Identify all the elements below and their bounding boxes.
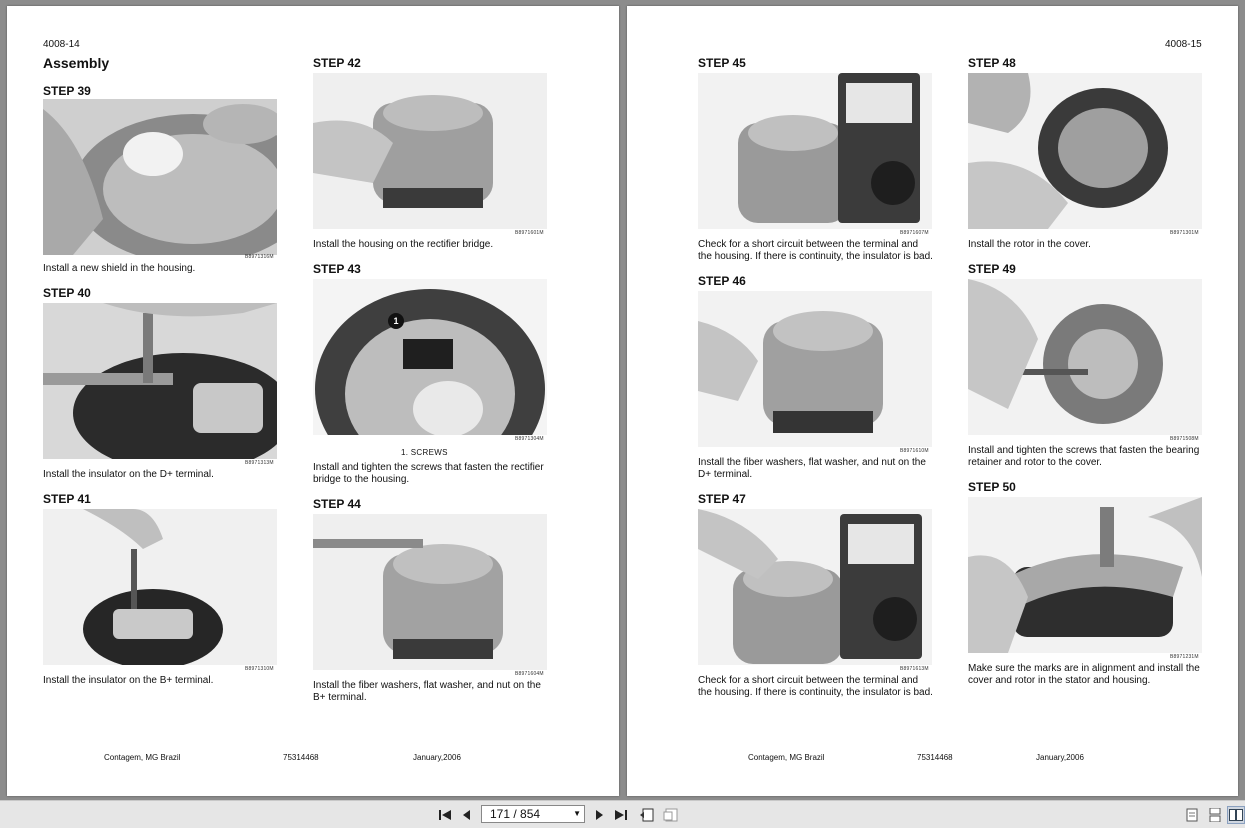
figure-code: B8971610M <box>900 448 929 454</box>
document-page-left: 4008-14 Assembly STEP 39 B8971316M Insta… <box>7 6 619 796</box>
step-caption: Install the fiber washers, flat washer, … <box>313 680 541 703</box>
step-title: STEP 47 <box>698 492 746 506</box>
figure-code: B8971607M <box>900 230 929 236</box>
step-46-photo <box>698 291 932 447</box>
step-45-photo <box>698 73 932 229</box>
step-40-photo <box>43 303 277 459</box>
previous-page-icon[interactable] <box>458 806 476 824</box>
figure-code: B8971313M <box>245 460 274 466</box>
step-41-photo <box>43 509 277 665</box>
step-title: STEP 46 <box>698 274 746 288</box>
footer-doc-number: 75314468 <box>283 753 319 762</box>
figure-code: B8971316M <box>245 254 274 260</box>
document-page-right: 4008-15 STEP 45 B8971607M Check for a sh… <box>627 6 1238 796</box>
page-indicator-text: 171 / 854 <box>490 807 541 821</box>
step-title: STEP 45 <box>698 56 746 70</box>
footer-location: Contagem, MG Brazil <box>748 753 825 762</box>
callout-legend: 1. SCREWS <box>401 448 448 457</box>
step-title: STEP 50 <box>968 480 1016 494</box>
step-caption: Install and tighten the screws that fast… <box>968 445 1200 468</box>
next-page-icon[interactable] <box>590 806 608 824</box>
fit-page-icon[interactable] <box>638 806 656 824</box>
step-caption: Make sure the marks are in alignment and… <box>968 663 1200 686</box>
page-number: 4008-14 <box>43 39 80 50</box>
step-title: STEP 43 <box>313 262 361 276</box>
step-caption: Install the rotor in the cover. <box>968 239 1091 250</box>
two-page-view-icon[interactable] <box>1227 806 1245 824</box>
step-title: STEP 44 <box>313 497 361 511</box>
step-caption: Install the insulator on the D+ terminal… <box>43 469 214 480</box>
footer-doc-number: 75314468 <box>917 753 953 762</box>
figure-code: B8971508M <box>1170 436 1199 442</box>
chevron-down-icon[interactable]: ▼ <box>573 809 581 818</box>
step-title: STEP 42 <box>313 56 361 70</box>
figure-code: B8971604M <box>515 671 544 677</box>
single-page-view-icon[interactable] <box>1183 806 1201 824</box>
step-42-photo <box>313 73 547 229</box>
step-caption: Install the insulator on the B+ terminal… <box>43 675 214 686</box>
step-49-photo <box>968 279 1202 435</box>
figure-code: B8971301M <box>1170 230 1199 236</box>
callout-marker: 1 <box>388 313 404 329</box>
footer-location: Contagem, MG Brazil <box>104 753 181 762</box>
page-number: 4008-15 <box>1165 39 1202 50</box>
step-caption: Install a new shield in the housing. <box>43 263 196 274</box>
step-title: STEP 39 <box>43 84 91 98</box>
step-title: STEP 40 <box>43 286 91 300</box>
step-43-photo <box>313 279 547 435</box>
footer-date: January,2006 <box>413 753 461 762</box>
viewer-toolbar: 171 / 854 ▼ <box>0 800 1245 828</box>
step-title: STEP 48 <box>968 56 1016 70</box>
last-page-icon[interactable] <box>612 806 630 824</box>
continuous-view-icon[interactable] <box>1206 806 1224 824</box>
figure-code: B8971304M <box>515 436 544 442</box>
step-44-photo <box>313 514 547 670</box>
step-caption: Check for a short circuit between the te… <box>698 239 933 262</box>
step-caption: Install the housing on the rectifier bri… <box>313 239 494 250</box>
step-title: STEP 41 <box>43 492 91 506</box>
step-caption: Install and tighten the screws that fast… <box>313 462 544 485</box>
first-page-icon[interactable] <box>436 806 454 824</box>
step-caption: Check for a short circuit between the te… <box>698 675 933 698</box>
footer-date: January,2006 <box>1036 753 1084 762</box>
step-48-photo <box>968 73 1202 229</box>
step-title: STEP 49 <box>968 262 1016 276</box>
step-50-photo <box>968 497 1202 653</box>
figure-code: B8971231M <box>1170 654 1199 660</box>
step-47-photo <box>698 509 932 665</box>
step-caption: Install the fiber washers, flat washer, … <box>698 457 926 480</box>
page-number-input[interactable]: 171 / 854 ▼ <box>481 805 585 823</box>
fit-width-icon[interactable] <box>662 806 680 824</box>
figure-code: B8971310M <box>245 666 274 672</box>
figure-code: B8971613M <box>900 666 929 672</box>
figure-code: B8971601M <box>515 230 544 236</box>
section-title: Assembly <box>43 55 110 71</box>
step-39-photo <box>43 99 277 255</box>
